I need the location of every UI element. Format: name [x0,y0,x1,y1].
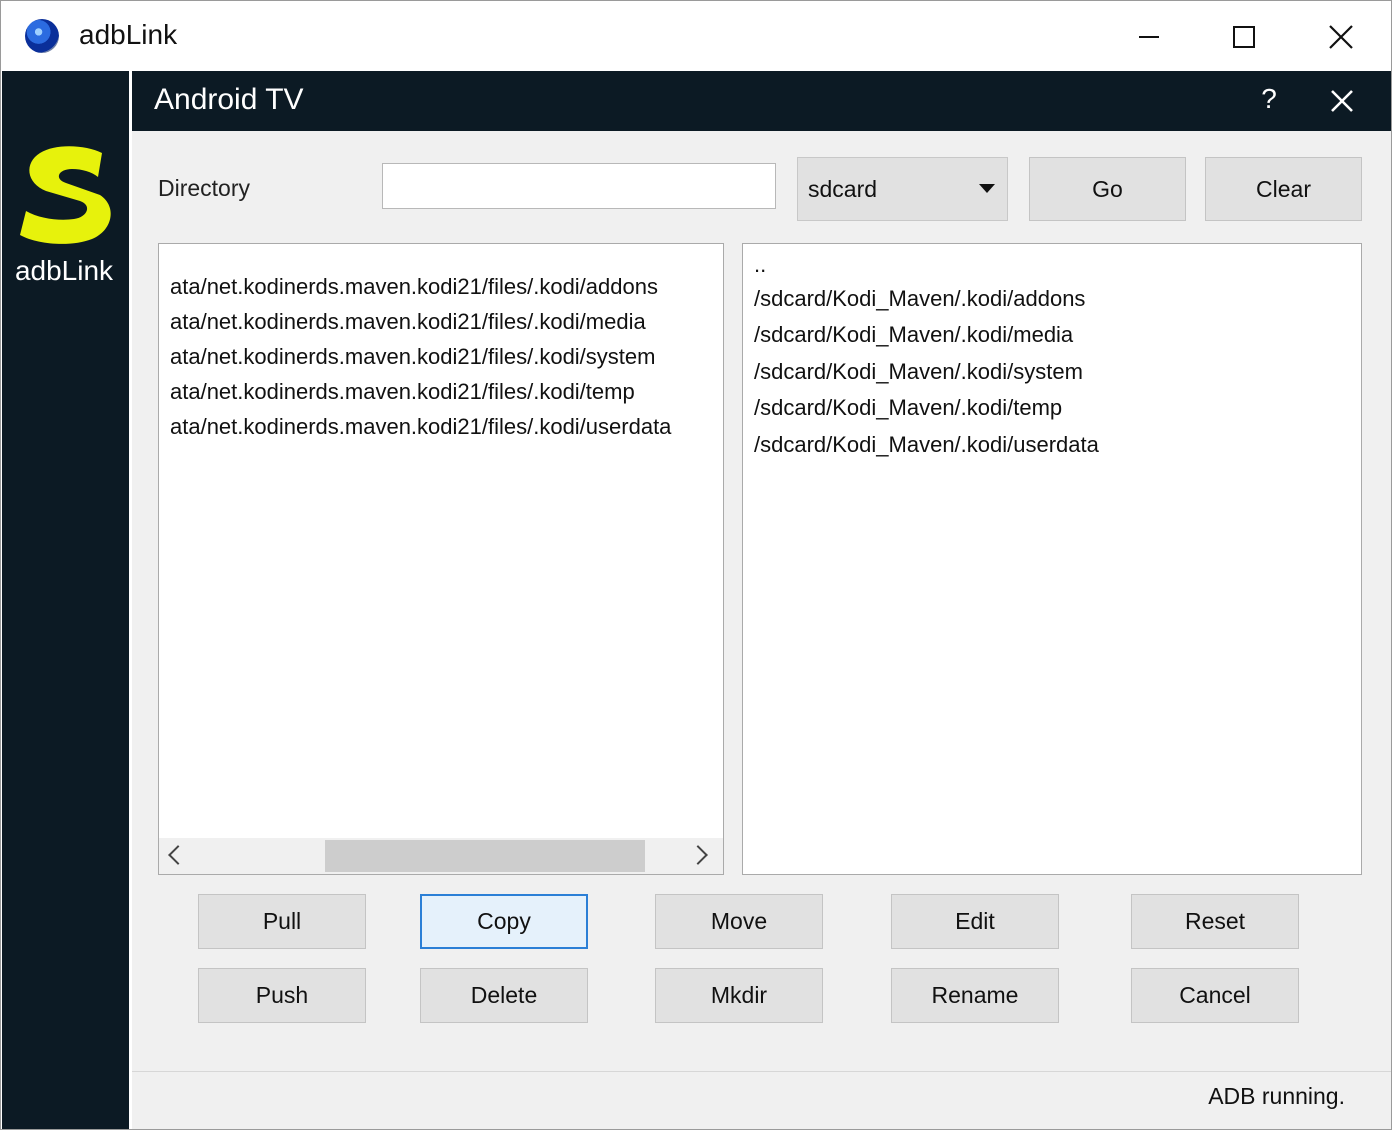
close-window-button[interactable] [1313,15,1369,59]
list-item[interactable]: .. [754,252,766,278]
list-item[interactable]: /sdcard/Kodi_Maven/.kodi/system [754,359,1083,385]
app-icon [25,19,59,53]
close-icon [1331,90,1353,112]
app-window: adbLink adbLink Android TV ? Directory s… [0,0,1392,1130]
list-item[interactable]: ata/net.kodinerds.maven.kodi21/files/.ko… [170,379,635,405]
local-file-list[interactable]: ata/net.kodinerds.maven.kodi21/files/.ko… [158,243,724,875]
list-item[interactable]: ata/net.kodinerds.maven.kodi21/files/.ko… [170,309,646,335]
go-button[interactable]: Go [1029,157,1186,221]
clear-button[interactable]: Clear [1205,157,1362,221]
scrollbar-thumb[interactable] [325,840,645,872]
close-icon [1329,25,1353,49]
mkdir-button[interactable]: Mkdir [655,968,823,1023]
list-item[interactable]: ata/net.kodinerds.maven.kodi21/files/.ko… [170,414,671,440]
list-item[interactable]: ata/net.kodinerds.maven.kodi21/files/.ko… [170,344,655,370]
dialog-title: Android TV [154,83,304,116]
pull-button[interactable]: Pull [198,894,366,949]
location-dropdown-value: sdcard [808,176,878,202]
directory-input[interactable] [382,163,776,209]
window-title: adbLink [79,19,178,50]
push-button[interactable]: Push [198,968,366,1023]
sidebar: adbLink [2,71,129,1129]
status-text: ADB running. [1208,1083,1345,1109]
device-file-list[interactable]: .. /sdcard/Kodi_Maven/.kodi/addons /sdca… [742,243,1362,875]
edit-button[interactable]: Edit [891,894,1059,949]
horizontal-scrollbar[interactable] [159,838,723,874]
status-divider [132,1071,1391,1072]
dialog-close-button[interactable] [1328,87,1356,115]
delete-button[interactable]: Delete [420,968,588,1023]
minimize-button[interactable] [1121,15,1177,59]
rename-button[interactable]: Rename [891,968,1059,1023]
cancel-button[interactable]: Cancel [1131,968,1299,1023]
directory-label: Directory [158,175,251,201]
list-item[interactable]: /sdcard/Kodi_Maven/.kodi/media [754,322,1073,348]
dropdown-arrow-icon [979,184,995,193]
scroll-right-icon[interactable] [688,845,708,865]
minimize-icon [1139,36,1159,38]
move-button[interactable]: Move [655,894,823,949]
reset-button[interactable]: Reset [1131,894,1299,949]
maximize-button[interactable] [1216,15,1272,59]
list-item[interactable]: ata/net.kodinerds.maven.kodi21/files/.ko… [170,274,658,300]
dialog-header: Android TV ? [132,71,1391,131]
sidebar-logo-text: adbLink [14,255,114,286]
window-titlebar[interactable]: adbLink [1,1,1391,71]
list-item[interactable]: /sdcard/Kodi_Maven/.kodi/userdata [754,432,1099,458]
adblink-logo-icon [20,146,111,244]
list-item[interactable]: /sdcard/Kodi_Maven/.kodi/temp [754,395,1062,421]
maximize-icon [1233,26,1255,48]
dialog-body: Directory sdcard Go Clear ata/net.kodine… [132,131,1391,1129]
location-dropdown[interactable]: sdcard [797,157,1008,221]
scroll-left-icon[interactable] [168,845,188,865]
copy-button[interactable]: Copy [420,894,588,949]
help-button[interactable]: ? [1256,83,1282,115]
list-item[interactable]: /sdcard/Kodi_Maven/.kodi/addons [754,286,1085,312]
